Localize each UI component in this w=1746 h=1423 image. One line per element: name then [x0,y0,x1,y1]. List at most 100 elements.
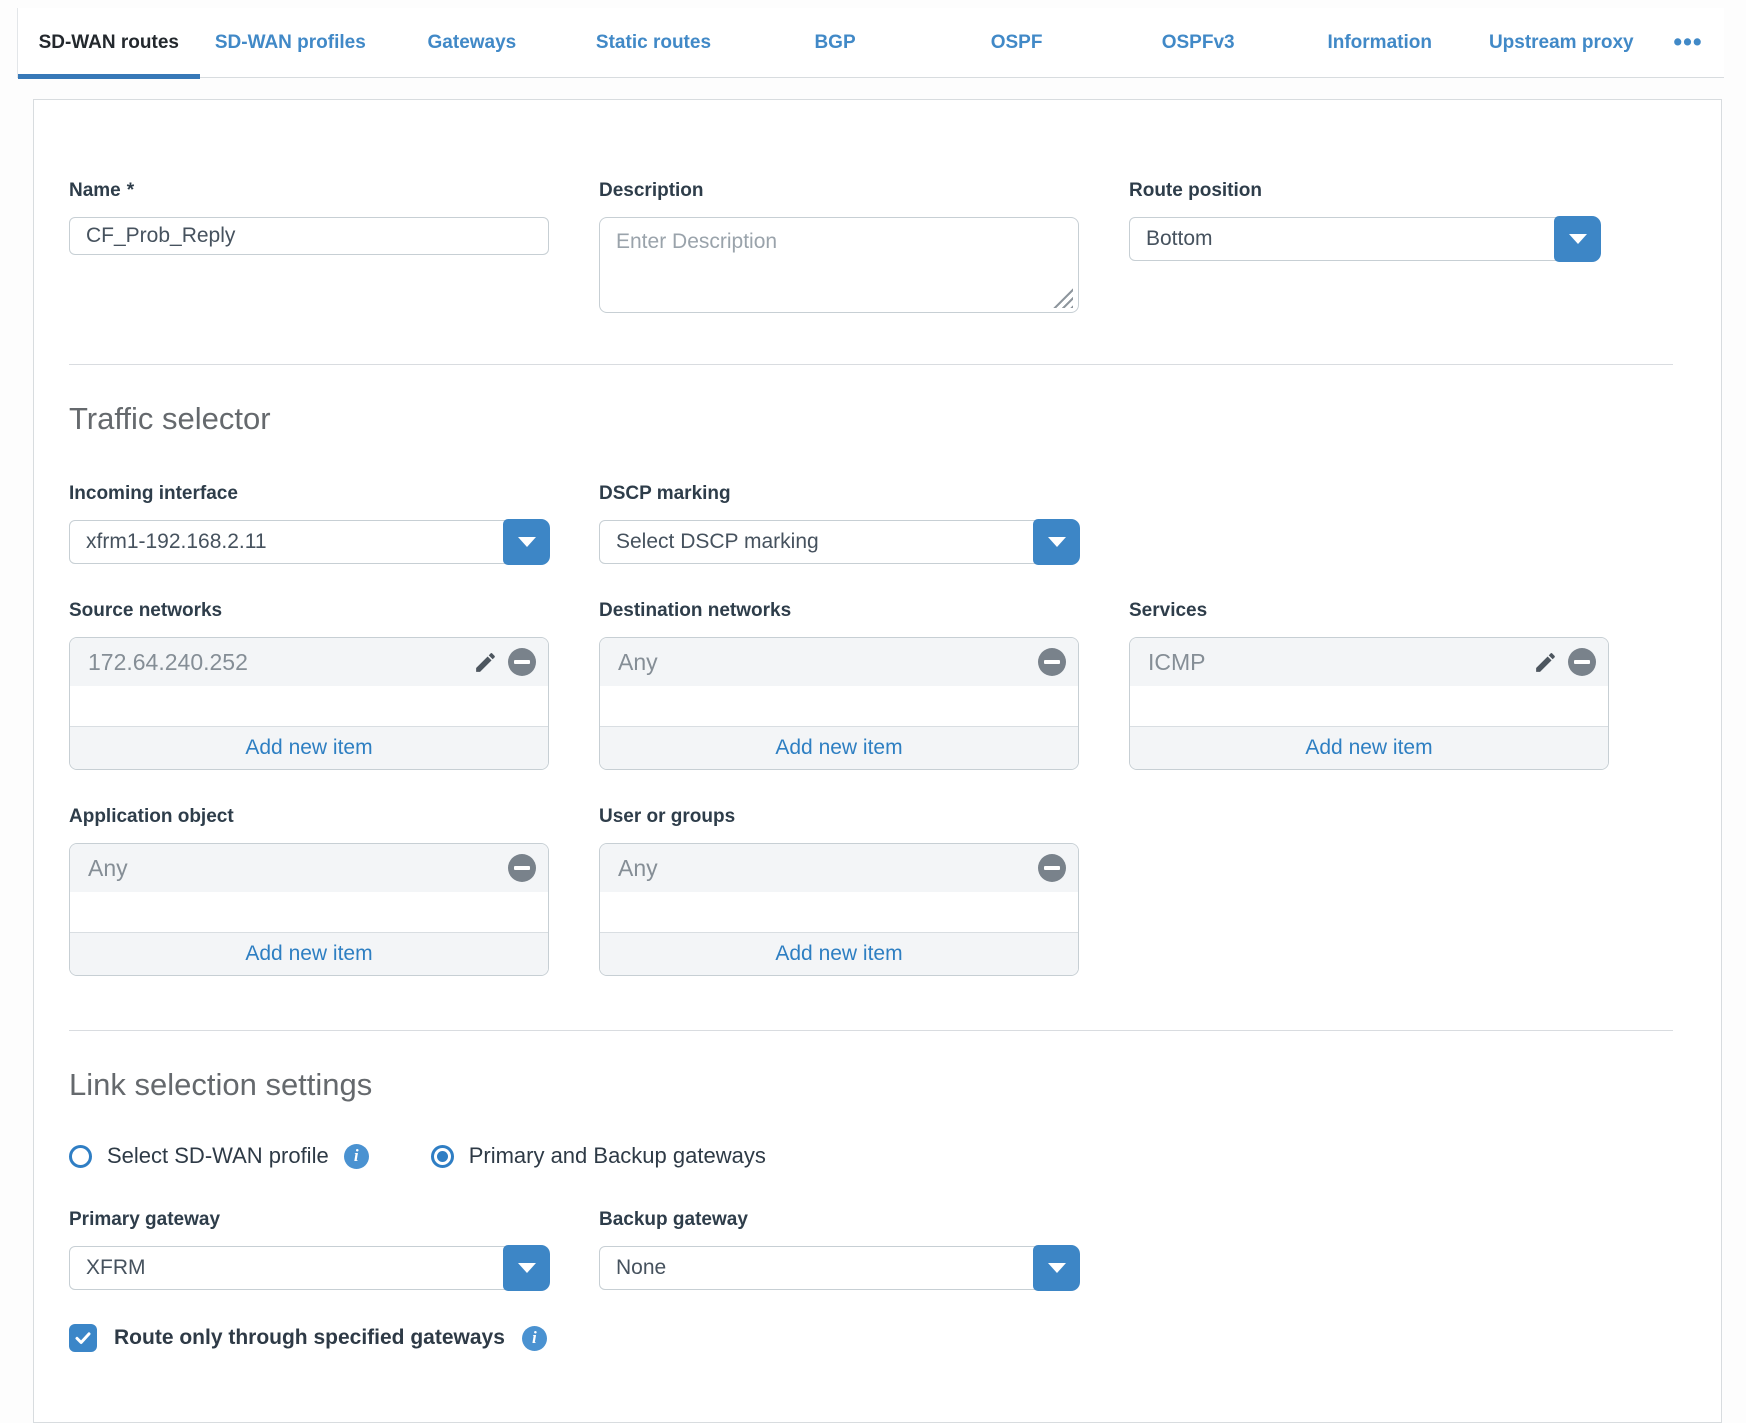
incoming-interface-select[interactable]: xfrm1-192.168.2.11 [69,520,549,564]
route-position-select[interactable]: Bottom [1129,217,1600,261]
description-field-group: Description [599,180,1079,318]
dscp-marking-field-group: DSCP marking Select DSCP marking [599,483,1079,564]
route-only-checkbox-row: Route only through specified gateways i [69,1324,1673,1352]
dscp-marking-value: Select DSCP marking [616,530,819,554]
remove-icon[interactable] [508,854,536,882]
chevron-down-icon [518,537,536,547]
user-or-groups-listbox: Any Add new item [599,843,1079,976]
route-only-checkbox-label: Route only through specified gateways [114,1326,505,1350]
backup-gateway-dropdown-button[interactable] [1033,1245,1080,1291]
section-divider [69,1030,1673,1031]
incoming-interface-label-text: Incoming interface [69,483,238,505]
route-position-label-text: Route position [1129,180,1262,202]
add-new-item-button[interactable]: Add new item [600,726,1078,769]
list-item-actions [508,854,536,882]
sdwan-route-form-panel: Name * Description Route position Bottom [33,99,1722,1423]
traffic-selector-heading: Traffic selector [69,401,1673,437]
application-users-row: Application object Any Add new item User… [69,806,1673,976]
required-asterisk: * [127,180,134,202]
user-or-groups-label: User or groups [599,806,1079,828]
listbox-empty-area [600,892,1078,932]
tab-information[interactable]: Information [1289,8,1471,77]
route-position-label: Route position [1129,180,1600,202]
route-position-field-group: Route position Bottom [1129,180,1600,318]
remove-icon[interactable] [1568,648,1596,676]
backup-gateway-value: None [616,1256,666,1280]
add-new-item-button[interactable]: Add new item [1130,726,1608,769]
description-textarea[interactable] [599,217,1079,313]
application-object-label-text: Application object [69,806,234,828]
primary-gateway-dropdown-button[interactable] [503,1245,550,1291]
more-tabs-icon[interactable]: ••• [1652,8,1724,77]
description-label-text: Description [599,180,704,202]
tab-upstream-proxy[interactable]: Upstream proxy [1471,8,1653,77]
radio-select-sdwan-profile[interactable]: Select SD-WAN profile i [69,1143,369,1169]
name-field-group: Name * [69,180,549,318]
tab-gateways[interactable]: Gateways [381,8,563,77]
tab-sdwan-profiles[interactable]: SD-WAN profiles [200,8,382,77]
edit-icon[interactable] [1531,648,1559,676]
name-label-text: Name [69,180,121,202]
remove-icon[interactable] [1038,854,1066,882]
add-new-item-button[interactable]: Add new item [600,932,1078,975]
general-fields-row: Name * Description Route position Bottom [69,180,1673,318]
services-label: Services [1129,600,1609,622]
checkbox-checked-icon[interactable] [69,1324,97,1352]
link-selection-radio-group: Select SD-WAN profile i Primary and Back… [69,1143,1673,1169]
info-icon[interactable]: i [344,1144,369,1169]
chevron-down-icon [1048,537,1066,547]
backup-gateway-select[interactable]: None [599,1246,1079,1290]
services-label-text: Services [1129,600,1207,622]
radio-label: Select SD-WAN profile [107,1143,329,1169]
listbox-empty-area [70,686,548,726]
dscp-marking-select[interactable]: Select DSCP marking [599,520,1079,564]
list-item-value: Any [618,649,1038,676]
tab-sdwan-routes[interactable]: SD-WAN routes [18,8,200,77]
incoming-interface-field-group: Incoming interface xfrm1-192.168.2.11 [69,483,549,564]
list-item: Any [70,844,548,892]
tab-static-routes[interactable]: Static routes [563,8,745,77]
dscp-marking-dropdown-button[interactable] [1033,519,1080,565]
tab-bgp[interactable]: BGP [744,8,926,77]
backup-gateway-field-group: Backup gateway None [599,1209,1079,1290]
services-field-group: Services ICMP Add new item [1129,600,1609,770]
incoming-interface-dropdown-button[interactable] [503,519,550,565]
name-input[interactable] [69,217,549,255]
edit-icon[interactable] [471,648,499,676]
incoming-interface-label: Incoming interface [69,483,549,505]
backup-gateway-label-text: Backup gateway [599,1209,748,1231]
primary-gateway-select[interactable]: XFRM [69,1246,549,1290]
chevron-down-icon [1569,234,1587,244]
remove-icon[interactable] [1038,648,1066,676]
listbox-empty-area [1130,686,1608,726]
route-position-dropdown-button[interactable] [1554,216,1601,262]
source-networks-label: Source networks [69,600,549,622]
listbox-empty-area [70,892,548,932]
chevron-down-icon [1048,1263,1066,1273]
listbox-empty-area [600,686,1078,726]
incoming-interface-value: xfrm1-192.168.2.11 [86,530,267,554]
chevron-down-icon [518,1263,536,1273]
source-networks-label-text: Source networks [69,600,222,622]
radio-primary-backup-gateways[interactable]: Primary and Backup gateways [431,1143,766,1169]
list-item: 172.64.240.252 [70,638,548,686]
radio-unselected-icon[interactable] [69,1145,92,1168]
destination-networks-label: Destination networks [599,600,1079,622]
tab-ospfv3[interactable]: OSPFv3 [1107,8,1289,77]
list-item-actions [1038,854,1066,882]
tab-ospf[interactable]: OSPF [926,8,1108,77]
dscp-marking-label: DSCP marking [599,483,1079,505]
application-object-label: Application object [69,806,549,828]
radio-label: Primary and Backup gateways [469,1143,766,1169]
remove-icon[interactable] [508,648,536,676]
list-item-value: Any [618,855,1038,882]
info-icon[interactable]: i [522,1326,547,1351]
services-listbox: ICMP Add new item [1129,637,1609,770]
list-item-value: ICMP [1148,649,1531,676]
add-new-item-button[interactable]: Add new item [70,726,548,769]
application-object-listbox: Any Add new item [69,843,549,976]
destination-networks-field-group: Destination networks Any Add new item [599,600,1079,770]
destination-networks-listbox: Any Add new item [599,637,1079,770]
add-new-item-button[interactable]: Add new item [70,932,548,975]
radio-selected-icon[interactable] [431,1145,454,1168]
